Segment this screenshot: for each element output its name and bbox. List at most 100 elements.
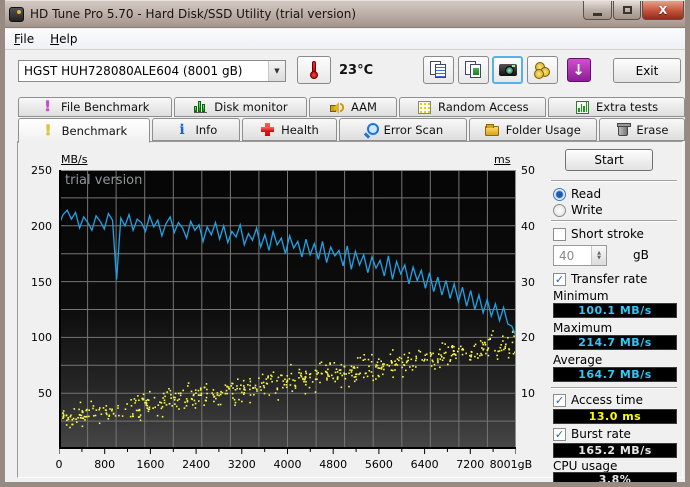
copy-text-icon <box>430 61 448 79</box>
x-tick: 7200 <box>456 458 484 471</box>
spinner-buttons[interactable]: ▲▼ <box>591 246 606 265</box>
x-tick: 2400 <box>182 458 210 471</box>
window-title: HD Tune Pro 5.70 - Hard Disk/SSD Utility… <box>30 7 356 21</box>
copy-image-icon <box>465 61 483 79</box>
start-label: Start <box>594 153 623 167</box>
read-radio[interactable]: Read <box>553 187 601 201</box>
write-radio[interactable]: Write <box>553 203 603 217</box>
x-tick: 3200 <box>228 458 256 471</box>
tab-disk-monitor[interactable]: Disk monitor <box>174 97 308 117</box>
separator <box>551 387 677 389</box>
tab-health[interactable]: Health <box>242 118 337 141</box>
menu-help-rest: elp <box>59 32 77 46</box>
x-tick: 6400 <box>411 458 439 471</box>
checkbox-checked-icon: ✓ <box>553 394 566 407</box>
transfer-rate-label: Transfer rate <box>571 272 647 286</box>
tab-label: AAM <box>351 100 377 114</box>
menu-file-rest: ile <box>20 32 34 46</box>
exit-button[interactable]: Exit <box>613 58 681 83</box>
short-stroke-size-input[interactable]: 40 ▲▼ <box>553 245 607 266</box>
speaker-icon <box>330 100 345 115</box>
tab-label: Folder Usage <box>506 123 581 137</box>
drive-select[interactable]: HGST HUH728080ALE604 (8001 gB) ▼ <box>18 60 286 82</box>
left-tick: 50 <box>22 387 52 400</box>
access-time-label: Access time <box>571 393 643 407</box>
tab-row-upper: ! File Benchmark Disk monitor AAM Random… <box>18 97 685 117</box>
screenshot-button[interactable] <box>492 56 523 84</box>
checkbox-checked-icon: ✓ <box>553 273 566 286</box>
tab-info[interactable]: i Info <box>152 118 240 141</box>
copy-image-button[interactable] <box>458 56 489 84</box>
bar-chart-icon <box>193 100 208 115</box>
short-stroke-size-value: 40 <box>554 246 591 265</box>
access-time-checkbox[interactable]: ✓ Access time <box>553 393 643 407</box>
x-tick: 5600 <box>365 458 393 471</box>
x-tick: 4000 <box>274 458 302 471</box>
burst-rate-checkbox[interactable]: ✓ Burst rate <box>553 427 631 441</box>
minimum-value: 100.1 MB/s <box>553 303 677 318</box>
chevron-down-icon[interactable]: ▼ <box>268 61 285 81</box>
tab-benchmark[interactable]: ! Benchmark <box>18 118 150 143</box>
tab-error-scan[interactable]: Error Scan <box>339 118 467 141</box>
maximize-button[interactable] <box>613 1 641 20</box>
x-tick: 0 <box>56 458 63 471</box>
red-cross-icon <box>260 122 275 137</box>
x-tick: 800 <box>94 458 115 471</box>
tab-extra-tests[interactable]: Extra tests <box>548 97 685 117</box>
right-tick: 20 <box>521 331 545 344</box>
drive-select-value: HGST HUH728080ALE604 (8001 gB) <box>19 64 268 78</box>
burst-rate-value: 165.2 MB/s <box>553 443 677 458</box>
close-button[interactable]: X <box>642 1 684 20</box>
radio-selected-icon <box>553 188 566 201</box>
copy-text-button[interactable] <box>423 56 454 84</box>
tab-aam[interactable]: AAM <box>309 97 397 117</box>
separator <box>551 180 677 182</box>
tab-file-benchmark[interactable]: ! File Benchmark <box>18 97 172 117</box>
benchmark-panel: MB/s ms trial version 25020015010050 504… <box>17 141 683 478</box>
minimum-label: Minimum <box>553 289 609 303</box>
menu-file[interactable]: File <box>6 30 42 48</box>
transfer-rate-checkbox[interactable]: ✓ Transfer rate <box>553 272 647 286</box>
exclamation-magenta-icon: ! <box>40 100 55 115</box>
tab-label: Disk monitor <box>214 100 287 114</box>
right-axis-title: ms <box>494 153 510 166</box>
radio-icon <box>553 204 566 217</box>
right-tick: 30 <box>521 276 545 289</box>
temperature-value: 23°C <box>339 63 373 78</box>
download-button[interactable]: ↓ <box>563 56 594 84</box>
title-bar[interactable]: HD Tune Pro 5.70 - Hard Disk/SSD Utility… <box>0 0 690 28</box>
separator <box>551 220 677 222</box>
tab-label: Error Scan <box>384 123 444 137</box>
cpu-usage-value: 3.8% <box>553 472 677 487</box>
download-icon: ↓ <box>567 58 591 82</box>
maximum-value: 214.7 MB/s <box>553 335 677 350</box>
checkbox-checked-icon: ✓ <box>553 428 566 441</box>
donate-button[interactable] <box>527 56 558 84</box>
start-button[interactable]: Start <box>565 149 653 171</box>
menu-bar: File Help <box>0 29 690 50</box>
x-tick: 8001gB <box>490 458 533 471</box>
magnifier-icon <box>363 122 378 137</box>
tab-random-access[interactable]: Random Access <box>399 97 546 117</box>
average-value: 164.7 MB/s <box>553 367 677 382</box>
short-stroke-checkbox[interactable]: Short stroke <box>553 227 644 241</box>
menu-help[interactable]: Help <box>42 30 85 48</box>
access-time-value: 13.0 ms <box>553 409 677 424</box>
right-tick: 10 <box>521 387 545 400</box>
maximize-icon <box>623 6 632 14</box>
right-tick: 50 <box>521 164 545 177</box>
tab-erase[interactable]: Erase <box>599 118 685 141</box>
mini-chart-icon <box>575 100 590 115</box>
minimize-button[interactable] <box>583 1 612 20</box>
read-label: Read <box>571 187 601 201</box>
tab-label: Health <box>281 123 319 137</box>
folder-icon <box>485 122 500 137</box>
temperature-button[interactable] <box>297 56 331 84</box>
x-tick: 1600 <box>136 458 164 471</box>
tab-folder-usage[interactable]: Folder Usage <box>469 118 597 141</box>
maximum-label: Maximum <box>553 321 612 335</box>
thermometer-icon <box>310 61 318 79</box>
left-tick: 200 <box>22 220 52 233</box>
tab-label: Random Access <box>438 100 529 114</box>
tab-label: Benchmark <box>62 124 128 138</box>
